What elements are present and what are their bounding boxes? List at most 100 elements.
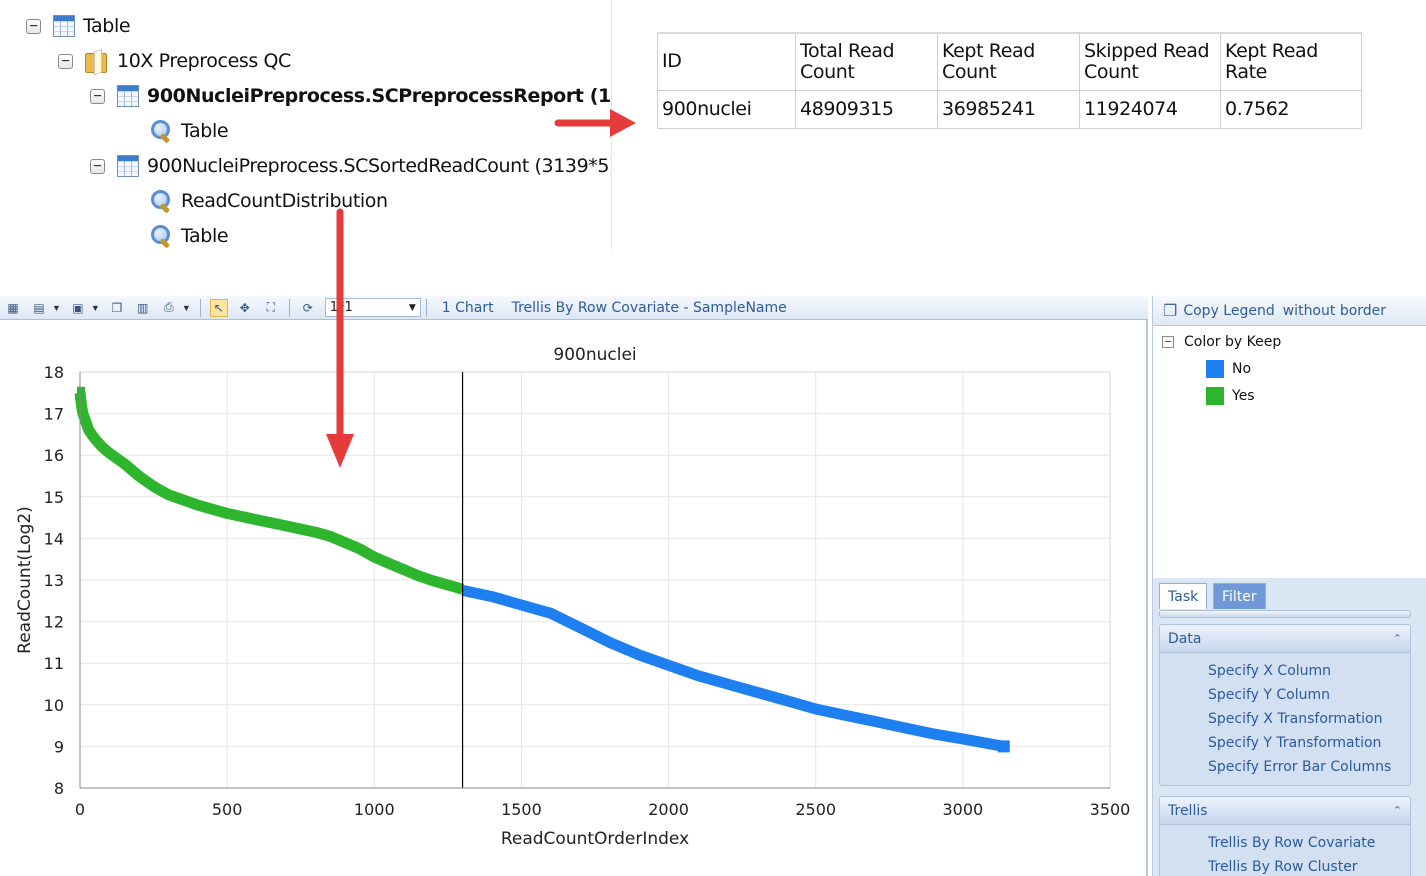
refresh-icon[interactable]: ⟳ bbox=[299, 299, 317, 317]
without-border-option[interactable]: without border bbox=[1283, 303, 1386, 319]
trellis-link[interactable]: Trellis By Row Covariate - SampleName bbox=[512, 300, 787, 316]
task-specify-x-transformation[interactable]: Specify X Transformation bbox=[1160, 707, 1410, 731]
y-tick-label: 12 bbox=[44, 613, 64, 632]
collapse-up-icon[interactable]: ⌃ bbox=[1393, 632, 1402, 645]
tree-node-table-root[interactable]: − Table bbox=[26, 9, 131, 43]
export-ppt-icon[interactable]: ▣ bbox=[69, 299, 87, 317]
x-tick-label: 1500 bbox=[501, 800, 542, 819]
x-tick-label: 1000 bbox=[354, 800, 395, 819]
tree-node-label: Table bbox=[83, 15, 131, 37]
legend-swatch bbox=[1206, 360, 1224, 378]
chart-window: ▦ ▤▼ ▣▼ ❐ ▥ ⎙▼ ↖ ✥ ⛶ ⟳ 1*1 ▼ 1 Chart Tre… bbox=[0, 296, 1148, 876]
dropdown-arrow-icon[interactable]: ▼ bbox=[182, 303, 191, 313]
y-tick-label: 10 bbox=[44, 696, 64, 715]
dropdown-arrow-icon[interactable]: ▼ bbox=[52, 303, 61, 313]
table-cell: 11924074 bbox=[1079, 89, 1221, 129]
legend-group[interactable]: − Color by Keep bbox=[1162, 334, 1281, 350]
x-tick-label: 3000 bbox=[942, 800, 983, 819]
y-tick-label: 11 bbox=[44, 654, 64, 673]
y-tick-label: 18 bbox=[44, 363, 64, 382]
collapse-icon[interactable]: − bbox=[1162, 336, 1174, 348]
trellis-task-list: Trellis By Row Covariate Trellis By Row … bbox=[1160, 825, 1410, 876]
table-row[interactable]: 900nuclei 48909315 36985241 11924074 0.7562 bbox=[657, 89, 1362, 129]
legend-task-panel: ❐ Copy Legend without border − Color by … bbox=[1152, 296, 1426, 876]
series-line-no bbox=[461, 585, 1005, 752]
y-axis-ticks: 8 9 10 11 12 13 14 15 16 17 18 bbox=[44, 363, 64, 798]
table-cell: 900nuclei bbox=[657, 89, 796, 129]
y-tick-label: 16 bbox=[44, 446, 64, 465]
tree-node-label: Table bbox=[181, 225, 229, 247]
chart-count-link[interactable]: 1 Chart bbox=[442, 300, 494, 316]
y-tick-label: 9 bbox=[54, 737, 64, 756]
zoom-fit-icon[interactable]: ⛶ bbox=[262, 299, 280, 317]
tree-node-label: 900NucleiPreprocess.SCSortedReadCount (3… bbox=[147, 155, 612, 177]
copy-icon[interactable]: ❐ bbox=[108, 299, 126, 317]
x-tick-label: 3500 bbox=[1090, 800, 1131, 819]
table-icon bbox=[53, 15, 75, 37]
folder-icon bbox=[85, 50, 109, 73]
x-axis-ticks: 0 500 1000 1500 2000 2500 3000 3500 bbox=[75, 800, 1130, 819]
task-specify-x-column[interactable]: Specify X Column bbox=[1160, 659, 1410, 683]
collapse-icon[interactable]: − bbox=[90, 88, 105, 104]
dropdown-arrow-icon[interactable]: ▼ bbox=[91, 303, 100, 313]
data-task-list: Specify X Column Specify Y Column Specif… bbox=[1160, 653, 1410, 779]
task-specify-y-column[interactable]: Specify Y Column bbox=[1160, 683, 1410, 707]
collapse-icon[interactable]: − bbox=[90, 158, 105, 174]
tree-node-sorted[interactable]: − 900NucleiPreprocess.SCSortedReadCount … bbox=[90, 149, 612, 183]
collapse-icon[interactable]: − bbox=[26, 18, 41, 34]
chart-toolbar: ▦ ▤▼ ▣▼ ❐ ▥ ⎙▼ ↖ ✥ ⛶ ⟳ 1*1 ▼ 1 Chart Tre… bbox=[0, 296, 1148, 320]
panel-splitter[interactable] bbox=[1159, 610, 1411, 618]
report-column-header: Kept Read Count bbox=[937, 32, 1080, 91]
table-icon bbox=[117, 155, 139, 177]
task-specify-error-bar-columns[interactable]: Specify Error Bar Columns bbox=[1160, 755, 1410, 779]
task-specify-y-transformation[interactable]: Specify Y Transformation bbox=[1160, 731, 1410, 755]
report-table: ID Total Read Count Kept Read Count Skipped R… bbox=[657, 32, 1362, 129]
legend-item-label: Yes bbox=[1232, 388, 1255, 404]
view-icon bbox=[149, 224, 173, 248]
export-excel-icon[interactable]: ▤ bbox=[30, 299, 48, 317]
tab-filter[interactable]: Filter bbox=[1213, 583, 1266, 609]
report-column-header: Total Read Count bbox=[795, 32, 938, 91]
tree-node-report-table[interactable]: Table bbox=[122, 114, 229, 148]
task-trellis-by-row-covariate[interactable]: Trellis By Row Covariate bbox=[1160, 831, 1410, 855]
collapse-icon[interactable]: − bbox=[58, 53, 73, 69]
table-cell: 48909315 bbox=[795, 89, 938, 129]
series-start-marker bbox=[77, 386, 85, 401]
data-section: Data ⌃ Specify X Column Specify Y Column… bbox=[1159, 624, 1411, 786]
section-title: Data bbox=[1168, 630, 1202, 647]
legend-item-no[interactable]: No bbox=[1206, 360, 1251, 378]
report-body: 900nuclei 48909315 36985241 11924074 0.7562 bbox=[657, 89, 1362, 129]
tree-node-label: 10X Preprocess QC bbox=[117, 50, 291, 72]
tree-node-report[interactable]: − 900NucleiPreprocess.SCPreprocessReport… bbox=[90, 79, 611, 113]
data-series bbox=[74, 386, 1010, 753]
legend-item-yes[interactable]: Yes bbox=[1206, 387, 1255, 405]
copy-legend-button[interactable]: Copy Legend bbox=[1183, 303, 1274, 319]
view-icon bbox=[149, 189, 173, 213]
report-column-header: Skipped Read Count bbox=[1079, 32, 1221, 91]
legend-swatch bbox=[1206, 387, 1224, 405]
grid-lines bbox=[79, 371, 1111, 789]
copy-legend-icon[interactable]: ❐ bbox=[1163, 301, 1177, 320]
y-tick-label: 15 bbox=[44, 488, 64, 507]
x-tick-label: 500 bbox=[212, 800, 243, 819]
task-trellis-by-row-cluster[interactable]: Trellis By Row Cluster bbox=[1160, 855, 1410, 876]
tree-node-sorted-table[interactable]: Table bbox=[122, 219, 229, 250]
chart-title: 900nuclei bbox=[553, 345, 636, 365]
tab-task[interactable]: Task bbox=[1159, 583, 1208, 609]
collapse-up-icon[interactable]: ⌃ bbox=[1393, 804, 1402, 817]
chart-settings-icon[interactable]: ▦ bbox=[4, 299, 22, 317]
pan-icon[interactable]: ✥ bbox=[236, 299, 254, 317]
x-axis-label: ReadCountOrderIndex bbox=[501, 829, 689, 849]
pointer-icon[interactable]: ↖ bbox=[209, 298, 228, 317]
view-icon bbox=[149, 119, 173, 143]
save-icon[interactable]: ▥ bbox=[134, 299, 152, 317]
table-icon bbox=[117, 85, 139, 107]
data-section-header[interactable]: Data ⌃ bbox=[1160, 625, 1410, 653]
project-tree: − Table − 10X Preprocess QC − 900NucleiP… bbox=[0, 0, 612, 250]
series-line-yes bbox=[74, 392, 465, 595]
y-tick-label: 13 bbox=[44, 571, 64, 590]
trellis-section-header[interactable]: Trellis ⌃ bbox=[1160, 797, 1410, 825]
print-icon[interactable]: ⎙ bbox=[160, 299, 178, 317]
y-tick-label: 8 bbox=[54, 779, 64, 798]
tree-node-folder[interactable]: − 10X Preprocess QC bbox=[58, 44, 291, 78]
